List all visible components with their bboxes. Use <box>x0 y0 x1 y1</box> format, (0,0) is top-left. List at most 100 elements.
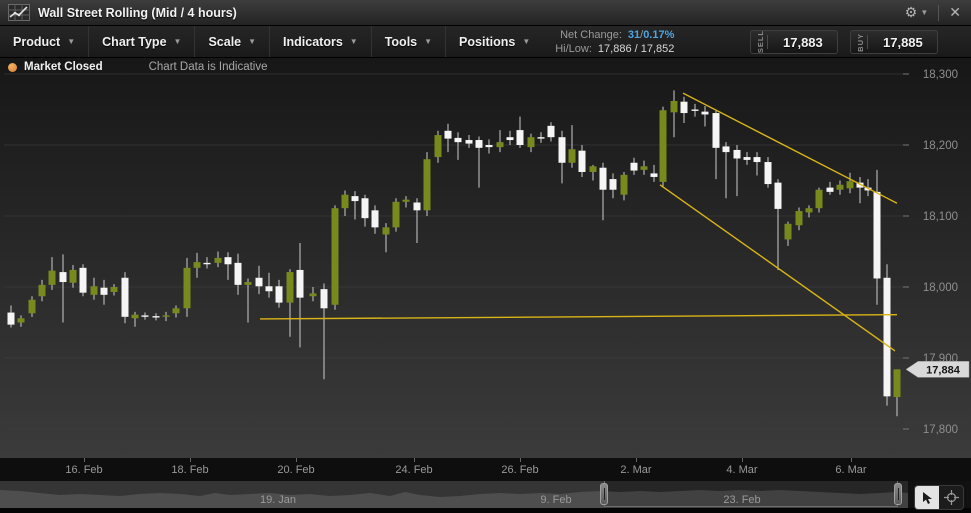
trendline-upper-channel[interactable] <box>683 93 897 203</box>
menu-chart-type[interactable]: Chart Type ▼ <box>88 26 194 57</box>
menu-label: Chart Type <box>102 35 166 49</box>
candle <box>476 140 483 148</box>
candle <box>837 185 844 190</box>
time-axis-tick <box>742 458 743 462</box>
navigator-period-label: 9. Feb <box>540 494 571 506</box>
candle <box>266 286 273 291</box>
time-axis-label: 18. Feb <box>171 464 208 476</box>
buy-button[interactable]: BUY 17,885 <box>850 30 938 54</box>
candle <box>692 110 699 111</box>
candle <box>538 137 545 138</box>
time-axis-tick <box>520 458 521 462</box>
candle <box>528 137 535 147</box>
menu-scale[interactable]: Scale ▼ <box>194 26 269 57</box>
candle <box>122 278 129 317</box>
time-axis-label: 16. Feb <box>65 464 102 476</box>
time-axis-tick <box>414 458 415 462</box>
candle <box>660 110 667 182</box>
candle <box>383 227 390 234</box>
menu-label: Scale <box>208 35 241 49</box>
menu-label: Product <box>13 35 60 49</box>
candle <box>569 149 576 162</box>
buy-button-divider <box>867 35 868 49</box>
candle <box>414 203 421 211</box>
candle <box>235 263 242 285</box>
menu-tools[interactable]: Tools▼ <box>371 26 445 57</box>
toolbar: Product▼Chart Type▼Scale▼Indicators▼Tool… <box>0 26 971 58</box>
candle <box>342 195 349 208</box>
time-axis-label: 4. Mar <box>726 464 757 476</box>
buy-button-label: BUY <box>857 33 865 52</box>
menu-product[interactable]: Product▼ <box>0 26 88 57</box>
chart-window: Wall Street Rolling (Mid / 4 hours) ⚙ ▼ … <box>0 0 971 513</box>
net-change-label: Net Change: <box>560 28 622 42</box>
candle <box>816 190 823 208</box>
navigator-handle-left[interactable] <box>600 483 608 505</box>
candle <box>132 315 139 319</box>
time-axis-label: 6. Mar <box>835 464 866 476</box>
chevron-down-icon: ▼ <box>522 37 530 46</box>
menu-positions[interactable]: Positions▼ <box>445 26 543 57</box>
crosshair-icon <box>944 490 959 505</box>
indicative-text: Chart Data is Indicative <box>149 61 268 73</box>
candle <box>18 318 25 322</box>
candle <box>681 102 688 113</box>
time-axis-label: 20. Feb <box>277 464 314 476</box>
candle <box>775 183 782 209</box>
settings-button[interactable]: ⚙ ▼ <box>895 0 938 25</box>
range-navigator[interactable]: 19. Jan9. Feb23. Feb <box>0 481 908 508</box>
time-axis-label: 26. Feb <box>501 464 538 476</box>
menu-indicators[interactable]: Indicators▼ <box>269 26 371 57</box>
candle <box>60 272 67 282</box>
candle <box>29 300 36 313</box>
price-chart[interactable]: 18,30018,20018,10018,00017,90017,80017,8… <box>0 58 971 458</box>
market-status-text: Market Closed <box>24 61 103 73</box>
candle <box>702 112 709 115</box>
candle <box>874 192 881 279</box>
chevron-down-icon: ▼ <box>248 37 256 46</box>
candle <box>435 135 442 157</box>
candle <box>610 179 617 190</box>
candle <box>225 257 232 264</box>
candle <box>287 272 294 303</box>
candle <box>256 278 263 287</box>
candle <box>466 140 473 144</box>
candle <box>194 262 201 268</box>
net-change-value: 31 <box>628 28 640 42</box>
candle <box>744 157 751 160</box>
buy-price: 17,885 <box>872 35 937 50</box>
time-axis-tick <box>296 458 297 462</box>
close-button[interactable]: ✕ <box>939 0 971 25</box>
candle <box>641 166 648 170</box>
net-change-percent: 0.17% <box>643 28 674 42</box>
time-axis-tick <box>190 458 191 462</box>
crosshair-tool-button[interactable] <box>939 486 963 509</box>
candle <box>671 101 678 112</box>
last-price-label: 17,884 <box>926 364 961 376</box>
window-title: Wall Street Rolling (Mid / 4 hours) <box>38 6 237 20</box>
chevron-down-icon: ▼ <box>174 37 182 46</box>
sell-button-label: SELL <box>757 30 765 53</box>
sell-button[interactable]: SELL 17,883 <box>750 30 838 54</box>
candle <box>372 210 379 227</box>
candle <box>245 282 252 285</box>
status-row: Market Closed Chart Data is Indicative <box>8 61 268 73</box>
navigator-period-label: 19. Jan <box>260 494 296 506</box>
navigator-handle-right[interactable] <box>894 483 902 505</box>
hilow-label: Hi/Low: <box>555 42 592 56</box>
candle <box>403 200 410 202</box>
candle <box>111 287 118 292</box>
candle <box>424 159 431 210</box>
cursor-tool-button[interactable] <box>915 486 939 509</box>
candle <box>91 286 98 295</box>
time-axis-label: 24. Feb <box>395 464 432 476</box>
navigator-mask-left <box>0 481 604 508</box>
price-axis-label: 18,100 <box>923 211 958 223</box>
trendline-support-line[interactable] <box>260 315 897 319</box>
candle <box>204 263 211 264</box>
candle <box>39 285 46 296</box>
hilow-value: 17,886 / 17,852 <box>598 42 674 56</box>
chart-area[interactable]: Market Closed Chart Data is Indicative 1… <box>0 58 971 458</box>
candle <box>332 208 339 305</box>
candle <box>184 268 191 308</box>
